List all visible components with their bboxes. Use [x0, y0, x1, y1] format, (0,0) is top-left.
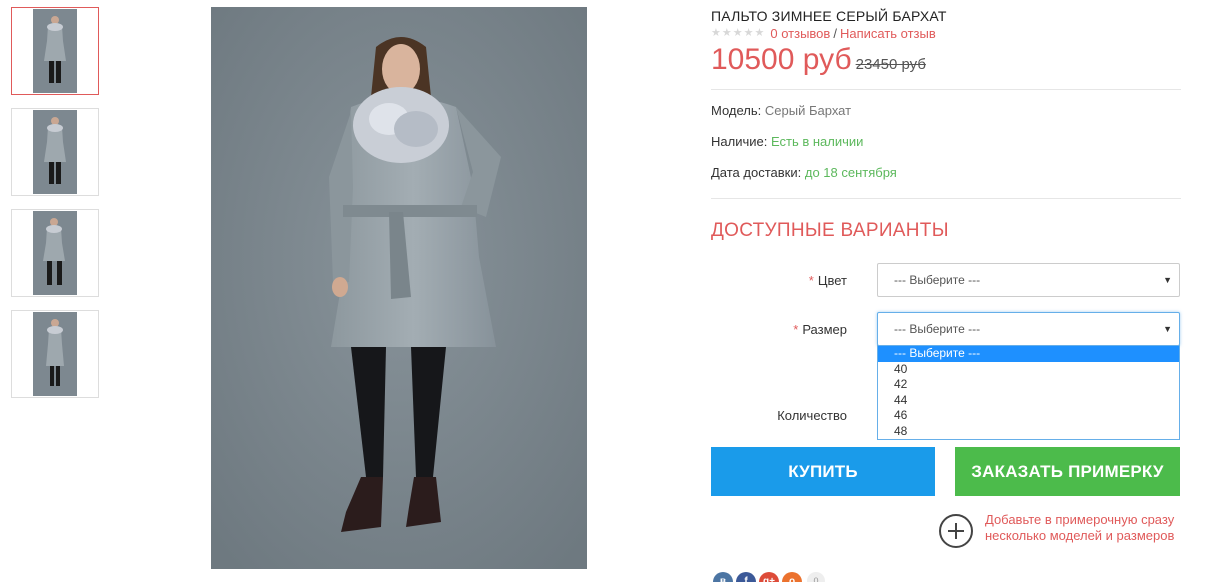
model-row: Модель: Серый Бархат [711, 103, 851, 118]
buy-button[interactable]: КУПИТЬ [711, 447, 935, 496]
stock-label: Наличие: [711, 134, 768, 149]
reviews-link[interactable]: 0 отзывов [770, 26, 830, 41]
color-select-value: --- Выберите --- [894, 273, 981, 287]
plus-circle-icon[interactable] [939, 514, 973, 548]
coat-photo-icon [33, 110, 77, 194]
product-title: ПАЛЬТО ЗИМНЕЕ СЕРЫЙ БАРХАТ [711, 8, 947, 24]
size-label-text: Размер [802, 322, 847, 337]
quantity-label: Количество [777, 408, 847, 423]
variants-title: ДОСТУПНЫЕ ВАРИАНТЫ [711, 220, 949, 241]
price-row: 10500 руб 23450 руб [711, 43, 926, 77]
required-mark: * [808, 273, 814, 288]
coat-photo-icon [33, 312, 77, 396]
google-plus-icon[interactable]: g+ [759, 572, 779, 582]
model-in-coat-image [211, 7, 587, 569]
thumbnail-1[interactable] [11, 7, 99, 95]
current-price: 10500 руб [711, 43, 852, 76]
caret-down-icon: ▼ [1163, 275, 1172, 285]
size-dropdown-list: --- Выберите --- 40 42 44 46 48 [877, 345, 1180, 440]
size-select[interactable]: --- Выберите --- ▼ [877, 312, 1180, 346]
size-option[interactable]: 46 [878, 408, 1179, 424]
main-product-photo[interactable] [211, 7, 587, 569]
share-count: 0 [807, 572, 825, 582]
size-option[interactable]: 48 [878, 424, 1179, 440]
color-label: * Цвет [809, 273, 847, 288]
add-to-fitting-text[interactable]: Добавьте в примерочную сразу несколько м… [985, 512, 1175, 544]
add-to-fitting-room: Добавьте в примерочную сразу несколько м… [939, 512, 1175, 548]
model-label: Модель: [711, 103, 762, 118]
coat-photo-icon [33, 9, 77, 93]
rating-stars: ★ ★ ★ ★ ★ [711, 28, 764, 39]
vk-icon[interactable]: в [713, 572, 733, 582]
delivery-label: Дата доставки: [711, 165, 802, 180]
write-review-link[interactable]: Написать отзыв [840, 26, 936, 41]
star-icon: ★ [732, 27, 743, 39]
size-label: * Размер [793, 322, 847, 337]
stock-row: Наличие: Есть в наличии [711, 134, 863, 149]
star-icon: ★ [711, 27, 721, 39]
size-option[interactable]: --- Выберите --- [878, 346, 1179, 362]
social-share: в f g+ о 0 [713, 572, 825, 582]
thumbnail-gallery [11, 7, 99, 411]
odnoklassniki-icon[interactable]: о [782, 572, 802, 582]
divider [711, 198, 1181, 199]
reviews-separator: / [833, 26, 837, 41]
rating-row: ★ ★ ★ ★ ★ 0 отзывов / Написать отзыв [711, 26, 936, 41]
coat-photo-icon [33, 211, 77, 295]
thumbnail-4[interactable] [11, 310, 99, 398]
color-select[interactable]: --- Выберите --- ▼ [877, 263, 1180, 297]
size-option[interactable]: 44 [878, 393, 1179, 409]
old-price: 23450 руб [855, 56, 926, 73]
star-icon: ★ [721, 27, 732, 39]
thumbnail-3[interactable] [11, 209, 99, 297]
size-select-value: --- Выберите --- [894, 322, 981, 336]
star-icon: ★ [743, 27, 754, 39]
required-mark: * [793, 322, 799, 337]
star-icon: ★ [754, 27, 765, 39]
thumbnail-2[interactable] [11, 108, 99, 196]
stock-value: Есть в наличии [770, 134, 864, 149]
delivery-row: Дата доставки: до 18 сентября [711, 165, 897, 180]
facebook-icon[interactable]: f [736, 572, 756, 582]
size-option[interactable]: 40 [878, 362, 1179, 378]
size-option[interactable]: 42 [878, 377, 1179, 393]
divider [711, 89, 1181, 90]
caret-down-icon: ▼ [1163, 324, 1172, 334]
order-fitting-button[interactable]: ЗАКАЗАТЬ ПРИМЕРКУ [955, 447, 1180, 496]
model-value: Серый Бархат [764, 103, 852, 118]
delivery-value: до 18 сентября [804, 165, 897, 180]
color-label-text: Цвет [817, 273, 847, 288]
